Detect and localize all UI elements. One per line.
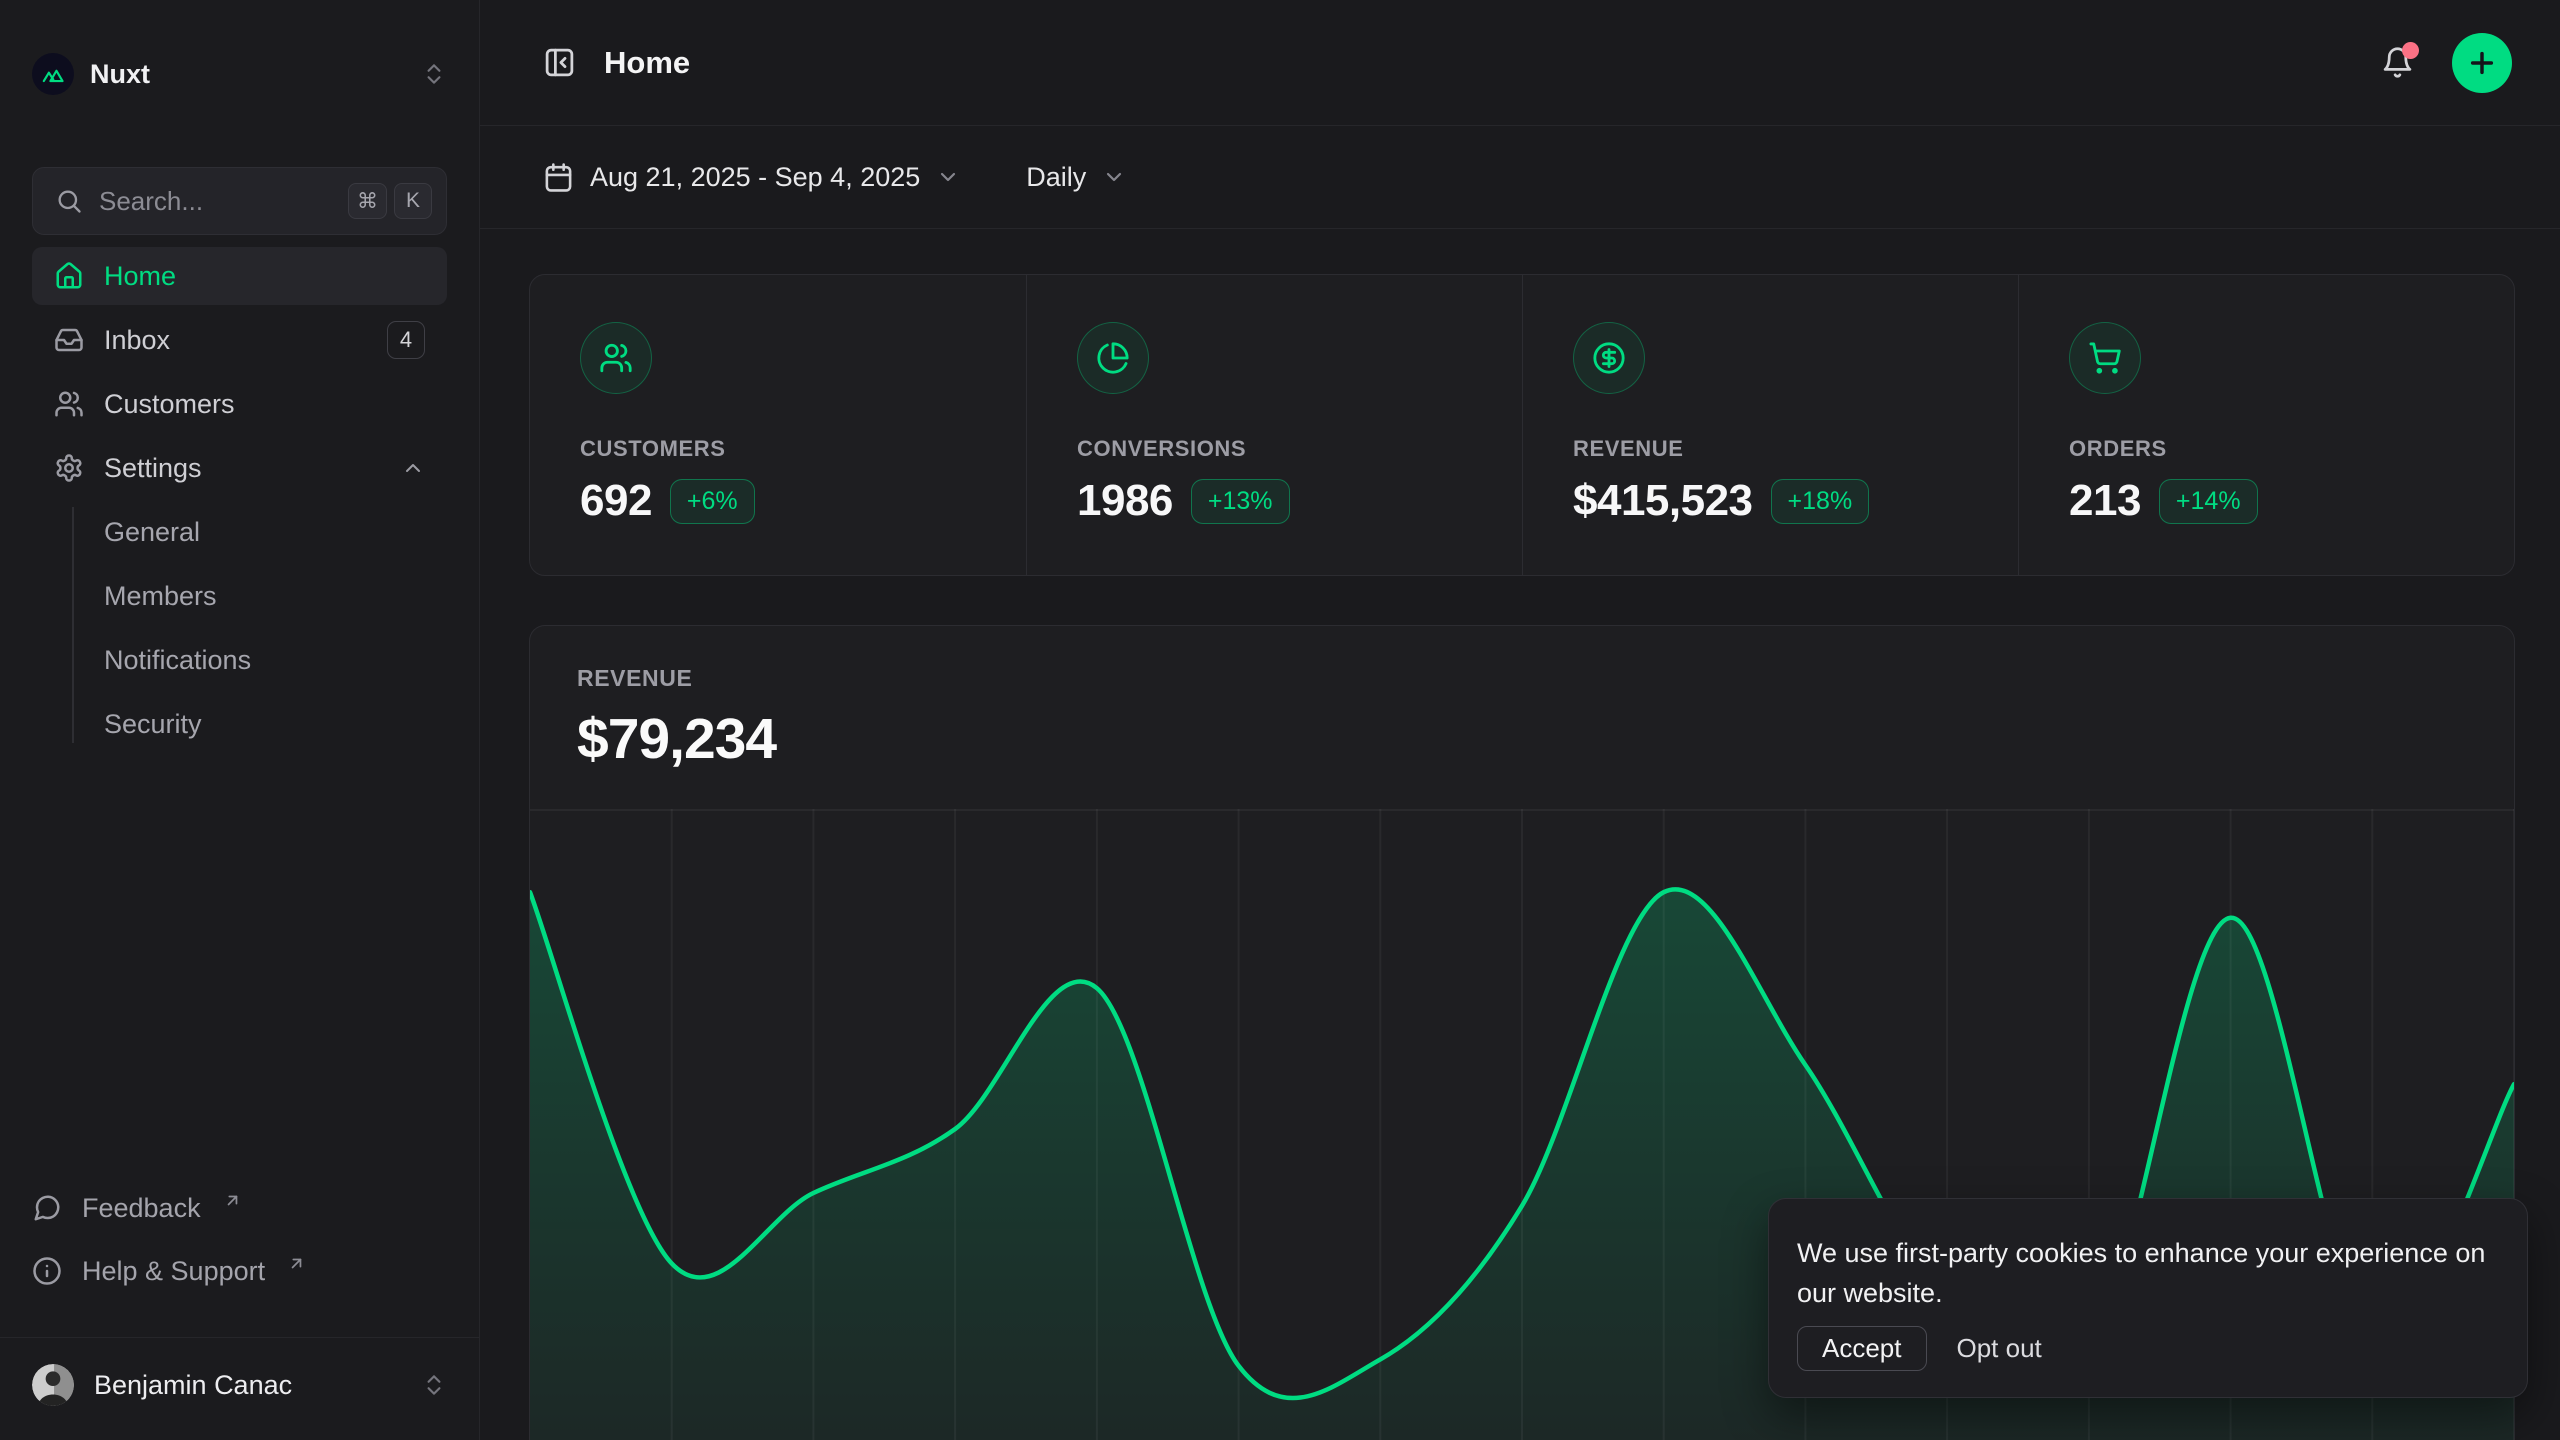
sidebar-spacer bbox=[32, 759, 447, 1185]
search-input[interactable]: Search... ⌘ K bbox=[32, 167, 447, 235]
home-icon bbox=[54, 261, 84, 291]
add-button[interactable] bbox=[2452, 33, 2512, 93]
sidebar-item-label: Customers bbox=[104, 389, 235, 420]
stat-value: 213 bbox=[2069, 476, 2141, 526]
sidebar-item-settings[interactable]: Settings bbox=[32, 439, 447, 497]
pie-chart-icon bbox=[1077, 322, 1149, 394]
nuxt-logo-icon bbox=[32, 53, 74, 95]
collapse-sidebar-button[interactable] bbox=[543, 46, 576, 79]
period-value: Daily bbox=[1026, 162, 1086, 193]
date-range-picker[interactable]: Aug 21, 2025 - Sep 4, 2025 bbox=[543, 162, 960, 193]
sidebar-footer-links: Feedback Help & Support bbox=[32, 1185, 447, 1315]
optout-cookies-button[interactable]: Opt out bbox=[1957, 1333, 2042, 1364]
stat-change-badge: +13% bbox=[1191, 479, 1290, 524]
cookie-banner: We use first-party cookies to enhance yo… bbox=[1768, 1198, 2528, 1398]
kbd-k: K bbox=[394, 183, 432, 219]
notifications-button[interactable] bbox=[2381, 46, 2414, 79]
user-name: Benjamin Canac bbox=[94, 1370, 292, 1401]
stat-conversions: CONVERSIONS 1986 +13% bbox=[1026, 275, 1522, 575]
stat-label: CUSTOMERS bbox=[580, 436, 976, 462]
stats-row: CUSTOMERS 692 +6% CONVERSIONS 1986 +13% bbox=[529, 274, 2515, 576]
sidebar-item-home[interactable]: Home bbox=[32, 247, 447, 305]
user-menu[interactable]: Benjamin Canac bbox=[32, 1356, 447, 1414]
sidebar-item-security[interactable]: Security bbox=[32, 695, 447, 753]
stat-value: 1986 bbox=[1077, 476, 1173, 526]
panel-left-close-icon bbox=[543, 46, 576, 79]
search-shortcut: ⌘ K bbox=[348, 183, 432, 219]
external-link-icon bbox=[223, 1191, 242, 1210]
circle-dollar-icon bbox=[1573, 322, 1645, 394]
chevron-down-icon bbox=[1102, 165, 1126, 189]
sidebar-item-inbox[interactable]: Inbox 4 bbox=[32, 311, 447, 369]
page-header: Home bbox=[480, 0, 2560, 126]
stat-revenue: REVENUE $415,523 +18% bbox=[1522, 275, 2018, 575]
settings-subnav: General Members Notifications Security bbox=[32, 503, 447, 753]
inbox-count-badge: 4 bbox=[387, 321, 425, 359]
plus-icon bbox=[2466, 47, 2498, 79]
avatar bbox=[32, 1364, 74, 1406]
inbox-icon bbox=[54, 325, 84, 355]
user-block: Benjamin Canac bbox=[0, 1337, 479, 1440]
sidebar-item-label: Security bbox=[104, 709, 202, 740]
help-support-link[interactable]: Help & Support bbox=[32, 1248, 447, 1294]
users-icon bbox=[54, 389, 84, 419]
stat-orders: ORDERS 213 +14% bbox=[2018, 275, 2514, 575]
sidebar-item-label: Home bbox=[104, 261, 176, 292]
page-title: Home bbox=[604, 45, 690, 81]
chart-total-value: $79,234 bbox=[577, 706, 2467, 772]
sidebar-item-label: Settings bbox=[104, 453, 202, 484]
stat-value: $415,523 bbox=[1573, 476, 1753, 526]
message-circle-icon bbox=[32, 1193, 62, 1223]
calendar-icon bbox=[543, 162, 574, 193]
accept-cookies-button[interactable]: Accept bbox=[1797, 1326, 1927, 1371]
stat-label: ORDERS bbox=[2069, 436, 2464, 462]
chevrons-up-down-icon bbox=[421, 61, 447, 87]
cookie-message: We use first-party cookies to enhance yo… bbox=[1797, 1233, 2487, 1313]
date-range-value: Aug 21, 2025 - Sep 4, 2025 bbox=[590, 162, 920, 193]
search-placeholder: Search... bbox=[99, 186, 332, 217]
sidebar: Nuxt Search... ⌘ K Home bbox=[0, 0, 480, 1440]
gear-icon bbox=[54, 453, 84, 483]
stat-customers: CUSTOMERS 692 +6% bbox=[530, 275, 1026, 575]
sidebar-item-label: General bbox=[104, 517, 200, 548]
users-icon bbox=[580, 322, 652, 394]
sidebar-item-label: Members bbox=[104, 581, 217, 612]
sidebar-item-label: Notifications bbox=[104, 645, 251, 676]
workspace-name: Nuxt bbox=[90, 59, 150, 90]
workspace-switcher[interactable]: Nuxt bbox=[32, 44, 447, 104]
chart-title: REVENUE bbox=[577, 665, 2467, 692]
stat-change-badge: +14% bbox=[2159, 479, 2258, 524]
sidebar-item-members[interactable]: Members bbox=[32, 567, 447, 625]
stat-value: 692 bbox=[580, 476, 652, 526]
help-support-label: Help & Support bbox=[82, 1256, 265, 1287]
stat-label: REVENUE bbox=[1573, 436, 1968, 462]
chevron-up-icon bbox=[401, 456, 425, 480]
sidebar-item-label: Inbox bbox=[104, 325, 170, 356]
shopping-cart-icon bbox=[2069, 322, 2141, 394]
filters-toolbar: Aug 21, 2025 - Sep 4, 2025 Daily bbox=[480, 126, 2560, 229]
kbd-cmd: ⌘ bbox=[348, 183, 387, 219]
stat-label: CONVERSIONS bbox=[1077, 436, 1472, 462]
sidebar-item-customers[interactable]: Customers bbox=[32, 375, 447, 433]
info-icon bbox=[32, 1256, 62, 1286]
feedback-label: Feedback bbox=[82, 1193, 201, 1224]
chevron-down-icon bbox=[936, 165, 960, 189]
period-select[interactable]: Daily bbox=[1026, 162, 1126, 193]
chart-header: REVENUE $79,234 bbox=[530, 626, 2514, 772]
notification-dot bbox=[2402, 42, 2419, 59]
sidebar-nav: Home Inbox 4 Customers Settings bbox=[32, 247, 447, 759]
stat-change-badge: +6% bbox=[670, 479, 755, 524]
chevrons-up-down-icon bbox=[421, 1372, 447, 1398]
feedback-link[interactable]: Feedback bbox=[32, 1185, 447, 1231]
search-icon bbox=[55, 187, 83, 215]
external-link-icon bbox=[287, 1254, 306, 1273]
stat-change-badge: +18% bbox=[1771, 479, 1870, 524]
sidebar-item-general[interactable]: General bbox=[32, 503, 447, 561]
sidebar-item-notifications[interactable]: Notifications bbox=[32, 631, 447, 689]
